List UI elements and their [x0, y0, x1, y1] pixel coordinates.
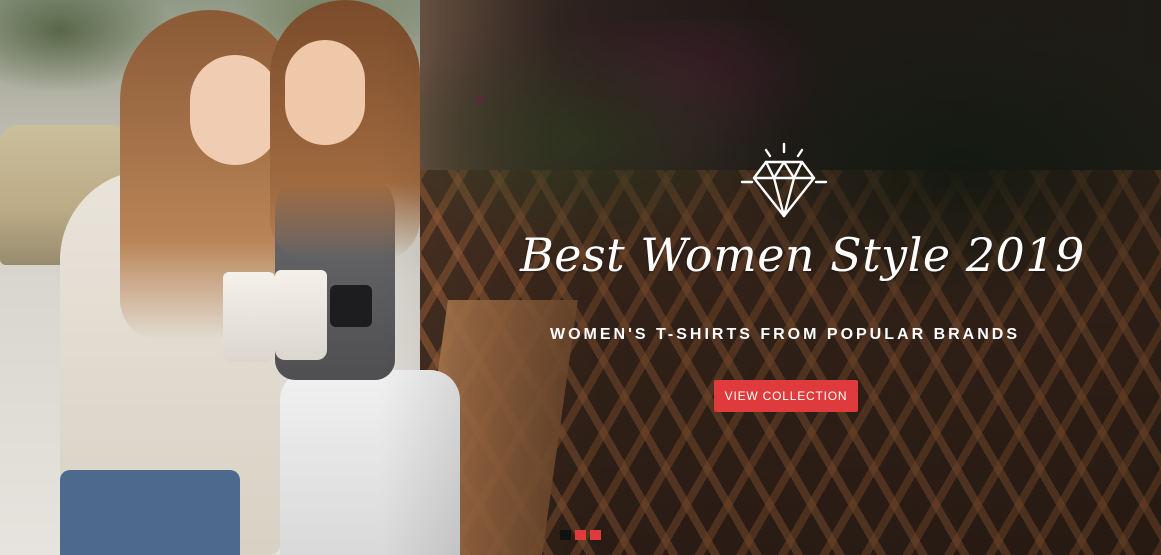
hero-content: Best Women Style 2019 WOMEN'S T-SHIRTS F…	[520, 0, 1085, 555]
view-collection-button[interactable]: VIEW COLLECTION	[714, 380, 858, 412]
hero-slider: Best Women Style 2019 WOMEN'S T-SHIRTS F…	[0, 0, 1161, 555]
slider-pagination	[560, 530, 601, 540]
hero-headline: Best Women Style 2019	[520, 228, 1085, 282]
slider-dot-2[interactable]	[575, 530, 586, 540]
slider-dot-1[interactable]	[560, 530, 571, 540]
hero-subheadline: WOMEN'S T-SHIRTS FROM POPULAR BRANDS	[549, 326, 1021, 343]
slider-dot-3[interactable]	[590, 530, 601, 540]
diamond-icon	[740, 142, 828, 218]
